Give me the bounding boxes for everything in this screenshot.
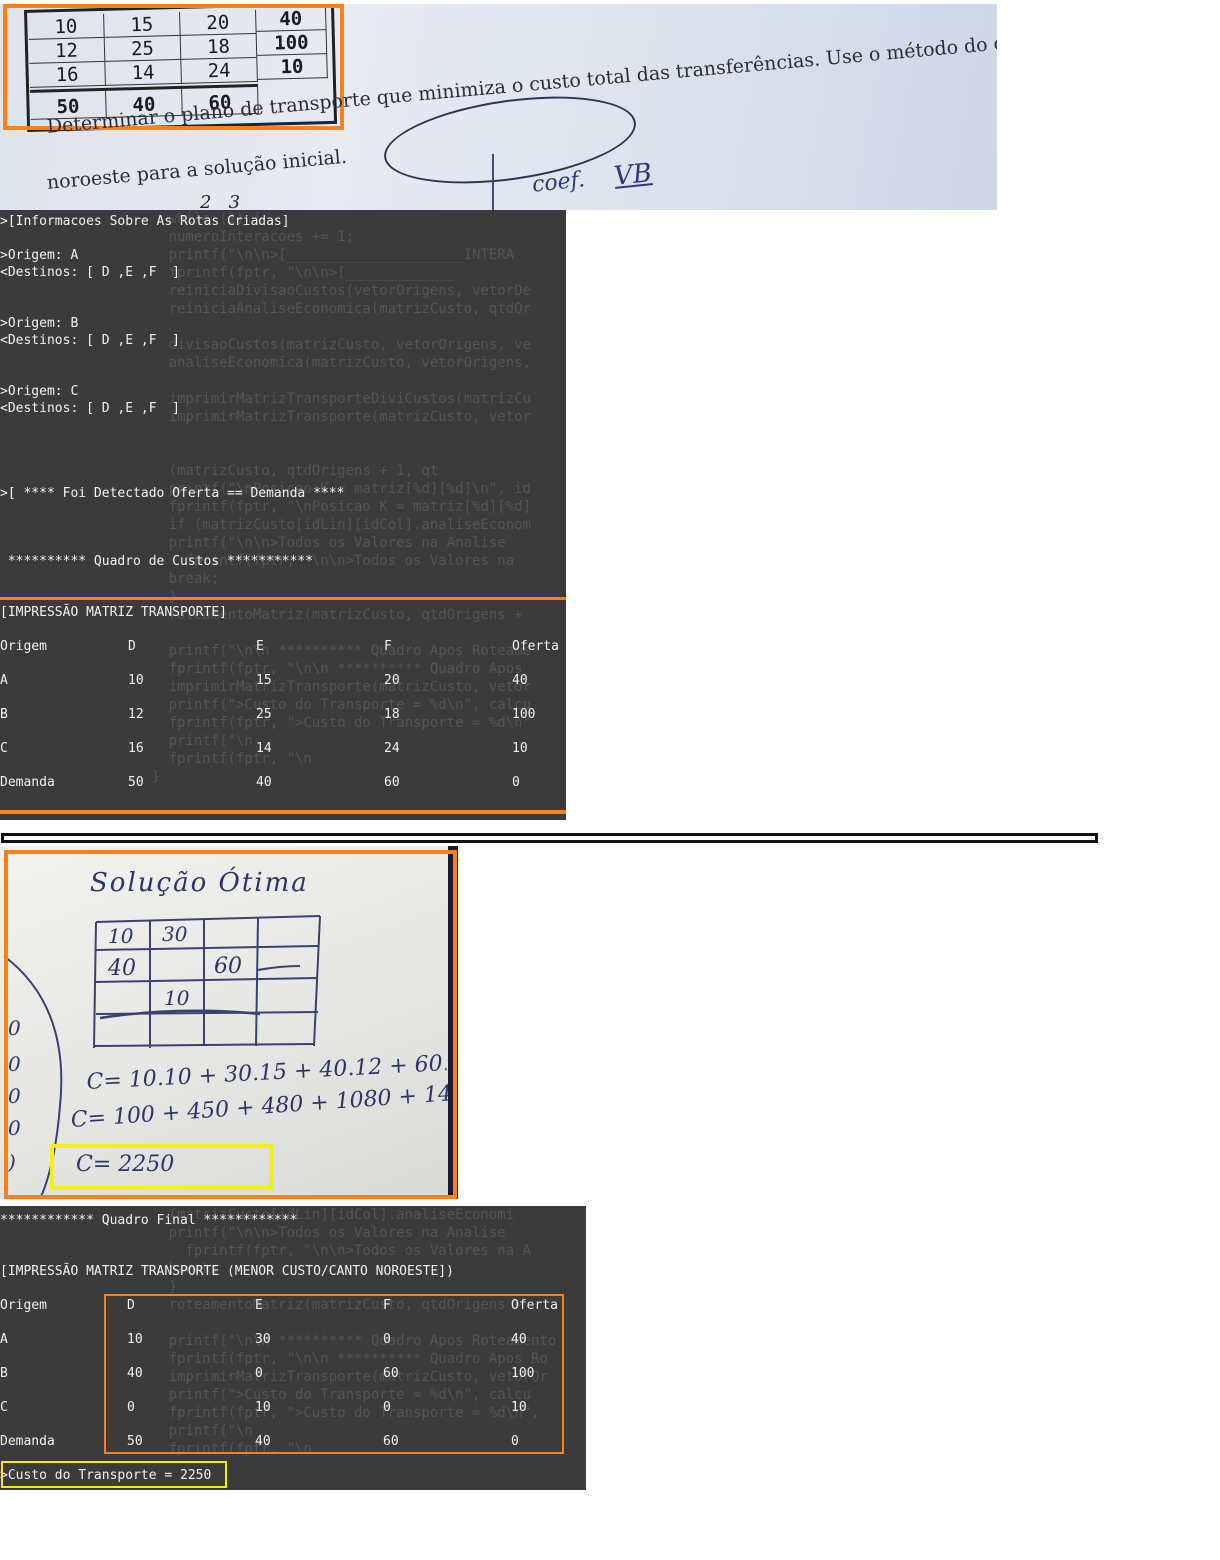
header-cell: D (128, 639, 136, 654)
table-row: Demanda 50 40 60 0 (0, 774, 566, 791)
terminal-output-bottom: (matrizCusto[idLin][idCol].analiseEconom… (0, 1206, 586, 1490)
handwritten-coef: coef. (530, 167, 587, 198)
problem-text-line2: noroeste para a solução inicial. (46, 145, 348, 194)
final-table-title: ************ Quadro Final ************ (0, 1213, 298, 1228)
table-header-row: Origem D E F Oferta (0, 638, 566, 655)
table-cell: C (0, 741, 8, 756)
empty-bar (1, 833, 1098, 843)
matrix-title: [IMPRESSÃO MATRIZ TRANSPORTE] (0, 605, 227, 620)
route-origin: >Origem: A (0, 248, 79, 263)
header-cell: F (384, 639, 392, 654)
table-cell: 24 (384, 741, 400, 756)
terminal-output-top: while (1) { numeroInteracoes += 1; print… (0, 210, 566, 820)
header-cell: Oferta (512, 639, 559, 654)
table-cell: C (0, 1400, 8, 1415)
table-row: B 12 25 18 100 (0, 706, 566, 723)
matrix-title: [IMPRESSÃO MATRIZ TRANSPORTE (MENOR CUST… (0, 1264, 454, 1279)
table-cell: 60 (384, 775, 400, 790)
table-cell: 14 (256, 741, 272, 756)
table-cell: A (0, 673, 8, 688)
header-cell: Origem (0, 639, 47, 654)
table-row: C 16 14 24 10 (0, 740, 566, 757)
header-cell: Origem (0, 1298, 47, 1313)
route-origin: >Origem: C (0, 384, 79, 399)
problem-photo: 10 15 20 40 12 25 18 100 16 14 24 10 50 … (0, 4, 997, 210)
table-cell: Demanda (0, 1434, 55, 1449)
route-destinations: <Destinos: [ D ,E ,F ] (0, 333, 181, 348)
whiteboard-photo: Solução Ótima 10 30 40 60 10 C= 10.10 + … (0, 846, 458, 1199)
allocation-highlight (104, 1294, 564, 1454)
handwritten-vb: VB (612, 158, 654, 192)
result-highlight (50, 1144, 273, 1190)
table-cell: 100 (512, 707, 536, 722)
table-cell: B (0, 707, 8, 722)
highlight-border-top (0, 597, 566, 600)
table-cell: A (0, 1332, 8, 1347)
handdrawn-line (492, 154, 494, 210)
handwritten-digits: 2 3 (200, 192, 241, 210)
table-cell: 10 (128, 673, 144, 688)
table-cell: 40 (512, 673, 528, 688)
table-cell: 40 (256, 775, 272, 790)
table-cell: 0 (512, 775, 520, 790)
route-destinations: <Destinos: [ D ,E ,F ] (0, 265, 181, 280)
table-cell: Demanda (0, 775, 55, 790)
table-row: A 10 15 20 40 (0, 672, 566, 689)
route-origin: >Origem: B (0, 316, 79, 331)
costs-table-title: ********** Quadro de Custos *********** (0, 554, 314, 569)
table-cell: 25 (256, 707, 272, 722)
routes-header: >[Informacoes Sobre As Rotas Criadas] (0, 214, 290, 229)
table-cell: B (0, 1366, 8, 1381)
route-destinations: <Destinos: [ D ,E ,F ] (0, 401, 181, 416)
highlight-border-bottom (0, 810, 566, 814)
table-cell: 18 (384, 707, 400, 722)
table-cell: 12 (128, 707, 144, 722)
cost-highlight (1, 1461, 227, 1488)
balance-detected-message: >[ **** Foi Detectado Oferta == Demanda … (0, 486, 345, 501)
background-code: while (1) { numeroInteracoes += 1; print… (151, 211, 532, 785)
table-cell: 16 (128, 741, 144, 756)
table-cell: 15 (256, 673, 272, 688)
table-cell: 10 (512, 741, 528, 756)
table-cell: 20 (384, 673, 400, 688)
header-cell: E (256, 639, 264, 654)
table-cell: 50 (128, 775, 144, 790)
